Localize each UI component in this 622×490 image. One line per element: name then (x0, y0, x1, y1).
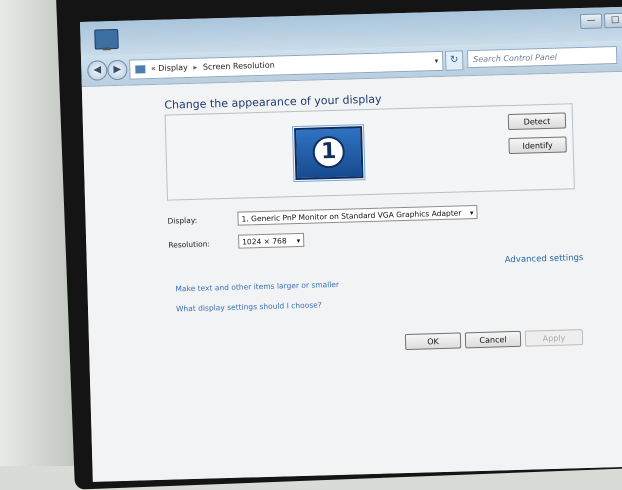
breadcrumb-screen-resolution[interactable]: Screen Resolution (203, 61, 275, 72)
identify-button[interactable]: Identify (508, 136, 567, 155)
refresh-button[interactable]: ↻ (444, 50, 464, 71)
resolution-select-value: 1024 × 768 (242, 236, 287, 247)
display-help-link[interactable]: What display settings should I choose? (176, 300, 322, 313)
window-buttons: — □ ✕ (579, 12, 622, 30)
monitor-window-icon (94, 28, 119, 50)
text-size-link[interactable]: Make text and other items larger or smal… (175, 280, 339, 294)
minimize-button[interactable]: — (579, 13, 603, 30)
detect-button[interactable]: Detect (507, 112, 567, 131)
control-panel-icon (135, 64, 146, 73)
chevron-down-icon: ▾ (296, 236, 301, 246)
main-content: Change the appearance of your display 1 … (81, 71, 622, 482)
chevron-down-icon: ▾ (469, 209, 474, 218)
ok-button[interactable]: OK (404, 332, 462, 351)
back-button[interactable]: ◀ (87, 60, 108, 81)
display-select[interactable]: 1. Generic PnP Monitor on Standard VGA G… (237, 204, 478, 226)
display-preview-area: 1 Detect Identify (164, 103, 575, 201)
address-dropdown-icon[interactable]: ▾ (434, 52, 439, 70)
maximize-button[interactable]: □ (603, 12, 622, 29)
forward-button[interactable]: ▶ (107, 59, 128, 81)
breadcrumb-separator-icon: ▸ (193, 62, 198, 72)
resolution-label: Resolution: (168, 239, 211, 250)
apply-button[interactable]: Apply (524, 329, 584, 347)
breadcrumb-display[interactable]: Display (158, 63, 188, 73)
screen: — □ ✕ ◀ ▶ « Display ▸ Screen Resolution … (80, 6, 622, 482)
display-label: Display: (167, 215, 198, 226)
advanced-settings-link[interactable]: Advanced settings (505, 253, 584, 265)
cancel-button[interactable]: Cancel (464, 330, 522, 349)
address-bar[interactable]: « Display ▸ Screen Resolution ▾ (129, 50, 444, 80)
breadcrumb-prefix[interactable]: « (151, 64, 156, 73)
display-select-value: 1. Generic PnP Monitor on Standard VGA G… (241, 208, 462, 224)
resolution-select[interactable]: 1024 × 768 ▾ (237, 232, 305, 249)
monitor-1-thumbnail[interactable]: 1 (291, 124, 366, 183)
search-input[interactable]: Search Control Panel (466, 46, 618, 69)
